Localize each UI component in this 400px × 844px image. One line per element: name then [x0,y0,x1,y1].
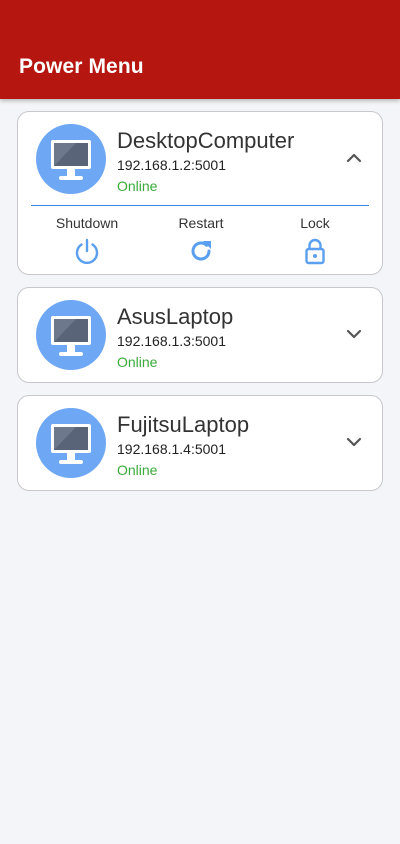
device-card-asuslaptop[interactable]: AsusLaptop 192.168.1.3:5001 Online [17,287,383,383]
device-address: 192.168.1.2:5001 [117,157,226,173]
lock-button[interactable]: Lock [260,214,370,270]
device-card-fujitsulaptop[interactable]: FujitsuLaptop 192.168.1.4:5001 Online [17,395,383,491]
monitor-icon [36,300,106,370]
monitor-icon [36,124,106,194]
restart-label: Restart [178,215,224,231]
device-name: AsusLaptop [117,304,234,329]
app-bar: Power Menu [0,0,400,99]
shutdown-button[interactable]: Shutdown [32,214,142,270]
shutdown-label: Shutdown [55,215,119,231]
chevron-down-icon[interactable] [344,432,364,452]
chevron-up-icon[interactable] [344,148,364,168]
device-name: FujitsuLaptop [117,412,250,437]
device-address: 192.168.1.3:5001 [117,333,226,349]
chevron-down-icon[interactable] [344,324,364,344]
device-name: DesktopComputer [117,128,295,153]
monitor-icon [36,408,106,478]
lock-icon [300,236,330,266]
refresh-icon [186,236,216,266]
lock-label: Lock [300,215,330,231]
page-title: Power Menu [19,55,144,78]
power-icon [72,236,102,266]
power-actions: Shutdown Restart Lock [18,214,382,270]
device-status: Online [117,354,158,370]
restart-button[interactable]: Restart [146,214,256,270]
device-status: Online [117,462,158,478]
device-status: Online [117,178,158,194]
divider [31,205,369,206]
device-address: 192.168.1.4:5001 [117,441,226,457]
device-card-desktopcomputer[interactable]: DesktopComputer 192.168.1.2:5001 Online … [17,111,383,275]
